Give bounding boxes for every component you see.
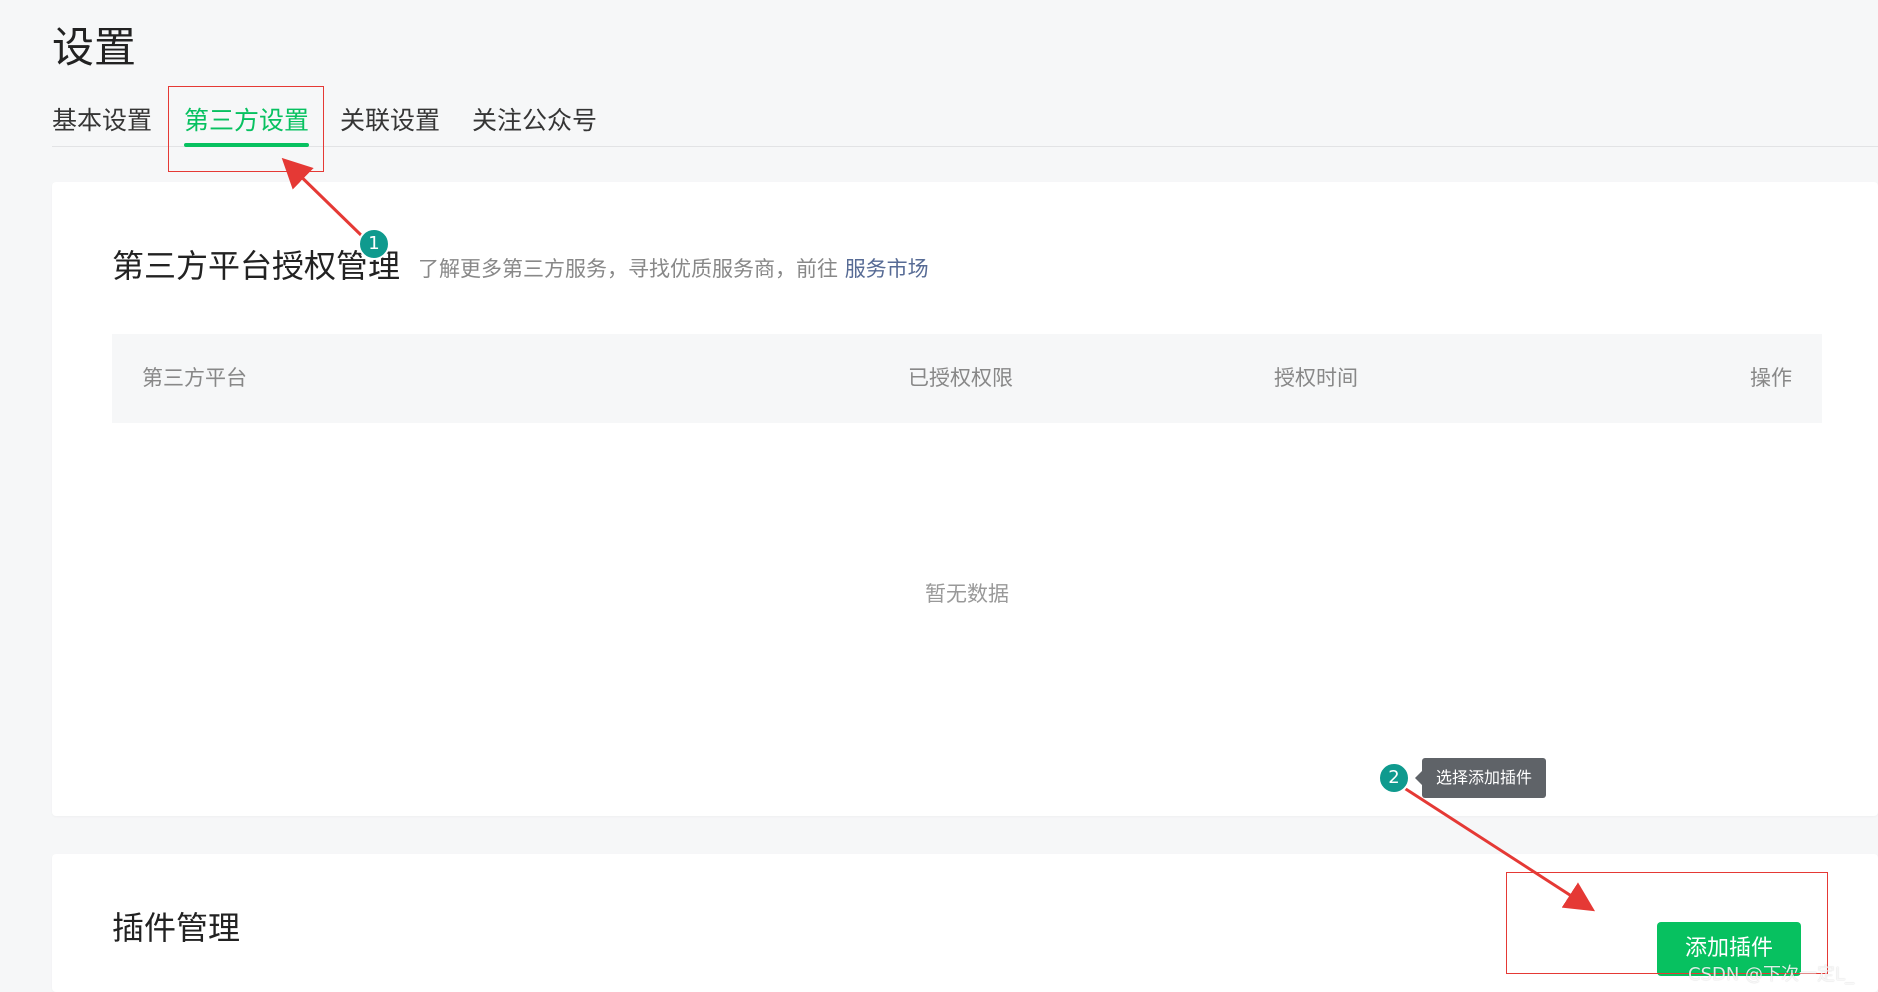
column-header-auth-time: 授权时间: [1274, 366, 1358, 390]
step-2-badge: 2: [1378, 762, 1410, 794]
tab-basic-settings[interactable]: 基本设置: [52, 98, 152, 144]
third-party-auth-card: 第三方平台授权管理 了解更多第三方服务，寻找优质服务商，前往 服务市场 第三方平…: [52, 182, 1878, 816]
service-market-link[interactable]: 服务市场: [845, 257, 929, 281]
settings-tabs: 基本设置 第三方设置 关联设置 关注公众号: [52, 98, 1878, 147]
page-title: 设置: [52, 23, 137, 72]
column-header-actions: 操作: [1750, 366, 1792, 390]
tab-linked-settings[interactable]: 关联设置: [340, 98, 440, 144]
annotation-tooltip: 选择添加插件: [1414, 758, 1547, 798]
description-text: 了解更多第三方服务，寻找优质服务商，前往: [418, 257, 838, 281]
auth-table-header: 第三方平台 已授权权限 授权时间 操作: [112, 334, 1822, 423]
step-1-badge: 1: [358, 228, 390, 260]
third-party-auth-description: 了解更多第三方服务，寻找优质服务商，前往 服务市场: [418, 254, 929, 284]
tab-follow-official-account[interactable]: 关注公众号: [472, 98, 597, 144]
plugin-management-title: 插件管理: [112, 909, 241, 947]
watermark-text: CSDN @下次一定L_: [1688, 964, 1855, 985]
annotation-highlight-button: [1506, 872, 1828, 974]
empty-state-text: 暂无数据: [925, 582, 1009, 606]
column-header-platform: 第三方平台: [142, 366, 247, 390]
third-party-auth-title: 第三方平台授权管理: [112, 247, 401, 285]
annotation-highlight-tab: [168, 86, 324, 172]
column-header-permissions: 已授权权限: [908, 366, 1013, 390]
